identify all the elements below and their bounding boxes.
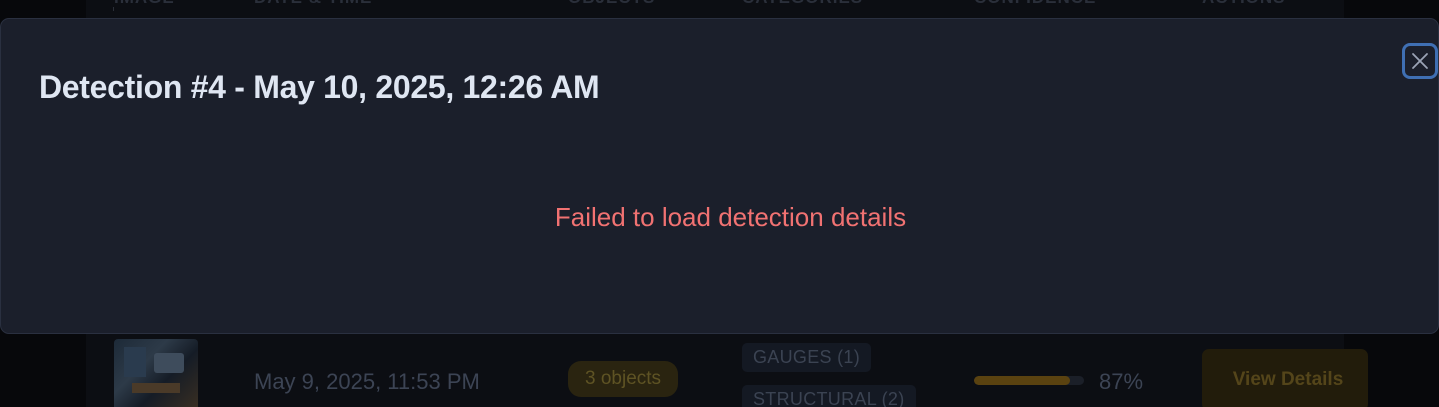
- view-details-button[interactable]: View Details: [1202, 349, 1368, 407]
- confidence-bar: [974, 376, 1084, 385]
- thumbnail-detail: [132, 383, 180, 393]
- detection-thumbnail[interactable]: [114, 339, 198, 407]
- close-button[interactable]: [1402, 43, 1438, 79]
- header-date-time: DATE & TIME: [254, 0, 372, 8]
- header-confidence: CONFIDENCE: [974, 0, 1096, 8]
- error-message: Failed to load detection details: [554, 202, 907, 232]
- objects-badge: 3 objects: [568, 361, 679, 397]
- header-actions: ACTIONS: [1202, 0, 1286, 8]
- detection-modal: Detection #4 - May 10, 2025, 12:26 AM Fa…: [0, 18, 1439, 334]
- thumbnail-detail: [124, 347, 146, 377]
- table-header: IMAGE DATE & TIME OBJECTS CATEGORIES CON…: [86, 0, 1344, 12]
- confidence-value: 87%: [1099, 369, 1144, 394]
- category-tag: GAUGES (1): [742, 343, 872, 372]
- header-image: IMAGE: [114, 0, 175, 8]
- modal-title: Detection #4 - May 10, 2025, 12:26 AM: [39, 69, 600, 105]
- header-categories: CATEGORIES: [742, 0, 863, 8]
- thumbnail-detail: [154, 353, 184, 373]
- page: IMAGE DATE & TIME OBJECTS CATEGORIES CON…: [0, 0, 1439, 407]
- category-tag: STRUCTURAL (2): [742, 385, 916, 407]
- header-objects: OBJECTS: [568, 0, 655, 8]
- close-icon: [1412, 53, 1428, 69]
- table-row[interactable]: May 9, 2025, 11:53 PM 3 objects GAUGES (…: [86, 335, 1368, 407]
- row-date: May 9, 2025, 11:53 PM: [254, 369, 480, 394]
- confidence-bar-fill: [974, 376, 1070, 385]
